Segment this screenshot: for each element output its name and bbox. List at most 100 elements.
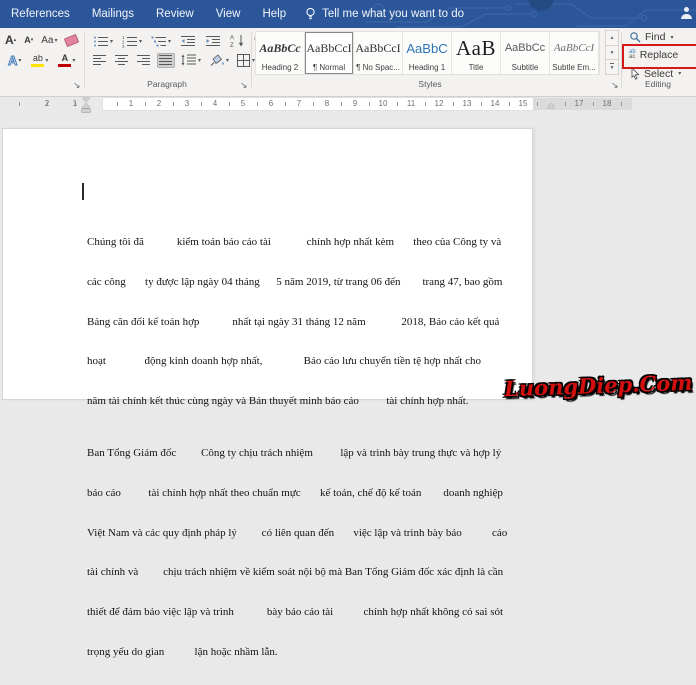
- styles-scroll-up-button[interactable]: ▲: [605, 30, 619, 46]
- align-left-button[interactable]: [91, 53, 109, 68]
- paragraph-line: trọng yếu do gian lận hoặc nhầm lẫn.: [87, 645, 278, 658]
- ruler-number: 10: [378, 99, 388, 108]
- ruler-number: 18: [602, 99, 612, 108]
- svg-text:A: A: [230, 36, 234, 42]
- bullet-list-button[interactable]: ▾: [91, 34, 115, 49]
- decrease-indent-button[interactable]: [178, 34, 198, 49]
- first-line-indent-marker[interactable]: [82, 97, 90, 102]
- style-label: Title: [468, 63, 484, 72]
- ruler-number: 8: [324, 99, 330, 108]
- paragraph-line: các công ty được lập ngày 04 tháng 5 năm…: [87, 276, 503, 289]
- style-normal[interactable]: AaBbCcI ¶ Normal: [305, 32, 354, 74]
- tell-me-box[interactable]: Tell me what you want to do: [297, 7, 472, 21]
- ruler-number: 17: [574, 99, 584, 108]
- hanging-indent-marker[interactable]: [82, 103, 90, 108]
- align-center-button[interactable]: [113, 53, 131, 68]
- ruler-number: 5: [240, 99, 246, 108]
- group-separator: [621, 32, 622, 88]
- ruler-number: 12: [434, 99, 444, 108]
- increase-indent-button[interactable]: [203, 34, 223, 49]
- find-icon: [630, 32, 641, 43]
- document-page[interactable]: Chúng tôi đã kiểm toán báo cáo tài chính…: [2, 128, 533, 658]
- tab-help[interactable]: Help: [251, 0, 297, 28]
- borders-button[interactable]: ▾: [235, 53, 257, 68]
- font-color-button[interactable]: A ▾: [56, 53, 77, 68]
- style-label: Heading 2: [261, 63, 299, 72]
- style-heading-1[interactable]: AaBbC Heading 1: [403, 32, 452, 74]
- style-preview: AaBbCcI: [306, 40, 352, 55]
- editing-group-label: Editing: [645, 79, 671, 89]
- svg-text:3: 3: [122, 44, 125, 48]
- replace-icon: ab ac: [629, 48, 636, 60]
- svg-text:Z: Z: [230, 43, 234, 48]
- increase-indent-icon: [206, 35, 221, 46]
- ruler-number: 14: [490, 99, 500, 108]
- text-cursor-caret: [82, 183, 84, 200]
- font-dialog-launcher[interactable]: ↘: [73, 81, 81, 90]
- horizontal-ruler: 2 1 1 2 3 4 5 6 7 8 9 10 11 12 13 14 15 …: [0, 96, 696, 112]
- shrink-font-button[interactable]: A ▾: [22, 35, 35, 46]
- align-right-button[interactable]: [135, 53, 153, 68]
- left-indent-marker[interactable]: [82, 108, 90, 112]
- style-preview: AaB: [456, 35, 496, 60]
- ruler-number: 3: [184, 99, 190, 108]
- change-case-button[interactable]: Aa ▾: [39, 34, 59, 47]
- style-preview: AaBbCc: [504, 42, 546, 54]
- sort-button[interactable]: AZ: [228, 33, 247, 49]
- multilevel-list-button[interactable]: ▾: [149, 34, 173, 49]
- paragraph-line: Ban Tổng Giám đốc Công ty chịu trách nhi…: [87, 447, 502, 460]
- text-effects-icon: A: [7, 53, 18, 68]
- style-subtitle[interactable]: AaBbCc Subtitle: [501, 32, 550, 74]
- paragraph-line: hoạt động kinh doanh hợp nhất, Báo cáo l…: [87, 355, 481, 368]
- line-spacing-icon: [181, 54, 196, 66]
- style-title[interactable]: AaB Title: [452, 32, 501, 74]
- paragraph-line: thiết để đảm bảo việc lập và trình bày b…: [87, 605, 504, 618]
- ruler-number: 4: [212, 99, 218, 108]
- text-effects-button[interactable]: A ▾: [6, 53, 23, 68]
- grow-font-button[interactable]: A ▴: [3, 33, 18, 47]
- ruler-ticks: [19, 102, 103, 106]
- style-heading-2[interactable]: AaBbCc Heading 2: [256, 32, 305, 74]
- styles-group-label: Styles: [418, 79, 442, 89]
- style-no-spacing[interactable]: AaBbCcI ¶ No Spac...: [354, 32, 403, 74]
- ruler-number: 2: [156, 99, 162, 108]
- paint-bucket-icon: [210, 53, 224, 66]
- align-center-icon: [115, 54, 128, 65]
- watermark-logo: LuongDiep.Com: [503, 369, 693, 402]
- paragraph-line: báo cáo tài chính hợp nhất theo chuẩn mự…: [87, 487, 503, 500]
- tab-references[interactable]: References: [0, 0, 81, 28]
- tab-view[interactable]: View: [205, 0, 252, 28]
- styles-more-button[interactable]: ▼: [605, 59, 619, 76]
- ruler-number: 2: [44, 99, 50, 108]
- tab-review[interactable]: Review: [145, 0, 205, 28]
- sort-icon: AZ: [230, 35, 244, 48]
- justify-button[interactable]: [157, 52, 175, 68]
- style-label: ¶ No Spac...: [356, 63, 400, 72]
- paragraph-dialog-launcher[interactable]: ↘: [240, 81, 248, 90]
- sign-in-person-icon[interactable]: [679, 7, 694, 21]
- ruler-number: 6: [268, 99, 274, 108]
- line-spacing-button[interactable]: ▾: [179, 52, 203, 68]
- style-preview: AaBbC: [406, 40, 448, 56]
- style-subtle-emphasis[interactable]: AaBbCcI Subtle Em...: [550, 32, 599, 74]
- ruler-number: 11: [406, 99, 416, 108]
- right-indent-marker[interactable]: [547, 103, 555, 108]
- styles-scroll-down-button[interactable]: ▼: [605, 44, 619, 61]
- align-left-icon: [93, 54, 106, 65]
- tell-me-label: Tell me what you want to do: [322, 8, 465, 20]
- text-highlight-color-button[interactable]: ab ▾: [29, 53, 50, 68]
- ruler-number: 9: [352, 99, 358, 108]
- clear-formatting-button[interactable]: [63, 33, 80, 47]
- find-button[interactable]: Find ▾: [629, 31, 673, 43]
- styles-dialog-launcher[interactable]: ↘: [611, 81, 619, 90]
- replace-button[interactable]: ab ac Replace: [629, 49, 678, 61]
- style-label: Heading 1: [408, 63, 446, 72]
- numbered-list-button[interactable]: 123 ▾: [120, 34, 144, 49]
- tab-mailings[interactable]: Mailings: [81, 0, 145, 28]
- document-text: Chúng tôi đã kiểm toán báo cáo tài chính…: [87, 210, 507, 685]
- group-separator: [84, 32, 85, 88]
- ruler-number: 15: [518, 99, 528, 108]
- highlight-icon: ab: [31, 54, 45, 67]
- shading-button[interactable]: ▾: [207, 53, 231, 68]
- style-label: ¶ Normal: [312, 63, 346, 72]
